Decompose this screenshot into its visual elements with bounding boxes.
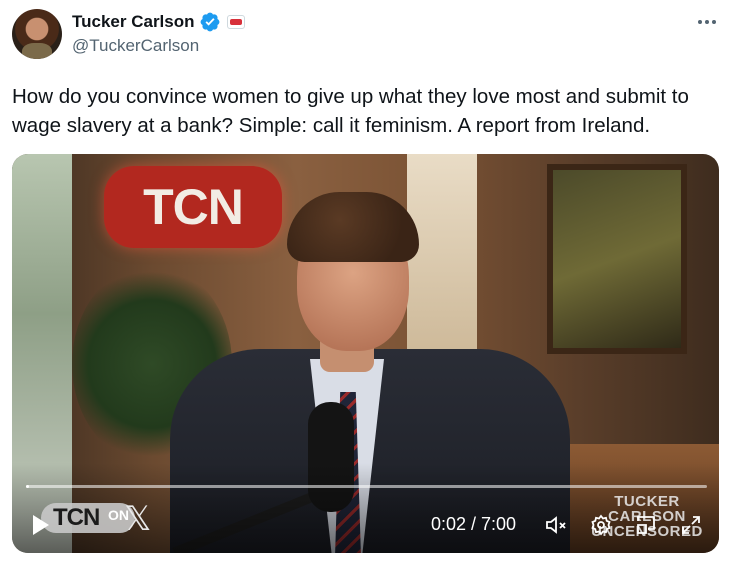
- progress-fill: [26, 485, 30, 488]
- play-icon[interactable]: [32, 514, 50, 536]
- settings-icon[interactable]: [589, 513, 613, 537]
- tweet-text: How do you convince women to give up wha…: [12, 85, 689, 137]
- tcn-sign: TCN: [104, 166, 282, 248]
- affiliate-badge-icon[interactable]: [226, 15, 245, 29]
- mute-icon[interactable]: [544, 513, 568, 537]
- avatar[interactable]: [12, 9, 62, 59]
- minimize-icon[interactable]: [634, 513, 658, 537]
- person-hair: [287, 192, 419, 262]
- verified-badge-icon[interactable]: [199, 11, 221, 33]
- tcn-sign-text: TCN: [143, 179, 244, 235]
- video-player[interactable]: TCN TCN ON 𝕏 TUCKER CARLSON UNCENSORED 0…: [12, 154, 719, 553]
- tcn-logo-text: TCN: [53, 504, 100, 531]
- progress-bar[interactable]: [26, 485, 707, 488]
- x-logo-icon: 𝕏: [124, 500, 152, 538]
- more-options-icon[interactable]: [696, 12, 718, 32]
- watermark-line: TUCKER: [614, 493, 680, 510]
- video-time: 0:02 / 7:00: [431, 514, 517, 534]
- author-row: Tucker Carlson: [72, 11, 245, 33]
- display-name[interactable]: Tucker Carlson: [72, 12, 195, 32]
- background-painting: [547, 164, 687, 354]
- handle[interactable]: @TuckerCarlson: [72, 36, 199, 56]
- fullscreen-icon[interactable]: [679, 513, 703, 537]
